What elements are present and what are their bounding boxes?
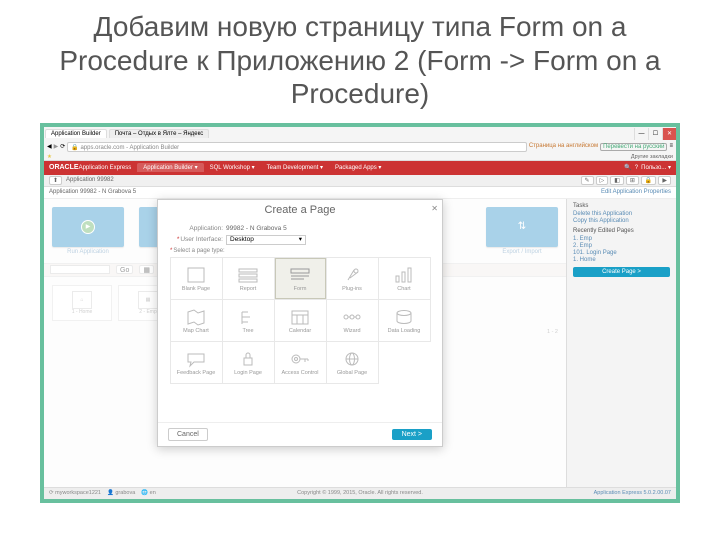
type-feedback[interactable]: Feedback Page: [170, 341, 223, 384]
window-max-icon[interactable]: ☐: [648, 128, 662, 140]
type-plugins[interactable]: Plug-ins: [326, 257, 379, 300]
help-icon[interactable]: ?: [635, 165, 638, 171]
nav-sql-workshop[interactable]: SQL Workshop ▾: [204, 163, 261, 172]
bc-icon[interactable]: ▶: [658, 176, 671, 185]
recent-heading: Recently Edited Pages: [573, 228, 670, 234]
window-min-icon[interactable]: —: [634, 128, 648, 140]
sidebar-item-recent[interactable]: 101. Login Page: [573, 250, 670, 256]
nav-packaged-apps[interactable]: Packaged Apps ▾: [329, 163, 387, 172]
bc-icon[interactable]: 🔒: [641, 176, 656, 185]
type-data-loading[interactable]: Data Loading: [378, 299, 431, 342]
up-icon[interactable]: ⬆: [49, 176, 62, 185]
nav-app-builder[interactable]: Application Builder ▾: [137, 163, 203, 172]
nav-team-dev[interactable]: Team Development ▾: [261, 163, 329, 172]
menu-icon[interactable]: ≡: [669, 143, 673, 151]
cancel-button[interactable]: Cancel: [168, 428, 208, 441]
bookmark-star-icon[interactable]: ★: [47, 154, 52, 160]
oracle-logo: ORACLE: [49, 164, 79, 171]
back-icon[interactable]: ◀: [47, 143, 52, 150]
bc-icon[interactable]: ⊞: [626, 176, 639, 185]
copyright: Copyright © 1999, 2015, Oracle. All righ…: [297, 490, 423, 496]
edit-props-link[interactable]: Edit Application Properties: [601, 189, 671, 195]
app-title: Application 99982 - N Grabova 5: [49, 189, 136, 195]
tasks-heading: Tasks: [573, 203, 670, 209]
user-interface-select[interactable]: Desktop▾: [226, 235, 306, 245]
app-value: 99982 - N Grabova 5: [226, 225, 287, 232]
bookmarks-label[interactable]: Другие закладки: [631, 154, 673, 160]
create-page-modal: Create a Page ✕ Application: 99982 - N G…: [157, 199, 443, 447]
app-screenshot: Application Builder Почта – Отдых в Ялте…: [40, 123, 680, 503]
sidebar-item-recent[interactable]: 1. Emp: [573, 236, 670, 242]
bc-icon[interactable]: ▷: [596, 176, 609, 185]
type-access-control[interactable]: Access Control: [274, 341, 327, 384]
sidebar: Tasks Delete this Application Copy this …: [566, 199, 676, 489]
breadcrumb-path[interactable]: Application 99982: [66, 177, 114, 183]
browser-tab[interactable]: Почта – Отдых в Ялте – Яндекс: [109, 129, 210, 138]
chevron-down-icon: ▾: [299, 235, 302, 245]
type-login[interactable]: Login Page: [222, 341, 275, 384]
oracle-header: ORACLE Application Express Application B…: [44, 161, 676, 175]
address-bar[interactable]: 🔒 apps.oracle.com - Application Builder: [67, 142, 527, 152]
search-icon[interactable]: 🔍: [624, 164, 631, 171]
fwd-icon[interactable]: ▶: [54, 143, 59, 150]
product-name: Application Express: [79, 165, 132, 171]
workspace-label: ⟳ myworkspace1221: [49, 490, 101, 496]
next-button[interactable]: Next >: [392, 429, 432, 440]
bc-icon[interactable]: ◧: [610, 176, 624, 185]
type-calendar[interactable]: Calendar: [274, 299, 327, 342]
breadcrumb: ⬆ Application 99982 ✎ ▷ ◧ ⊞ 🔒 ▶: [44, 175, 676, 187]
type-global-page[interactable]: Global Page: [326, 341, 379, 384]
type-report[interactable]: Report: [222, 257, 275, 300]
type-wizard[interactable]: Wizard: [326, 299, 379, 342]
sidebar-item-delete[interactable]: Delete this Application: [573, 211, 670, 217]
type-label: Select a page type:: [173, 248, 224, 254]
type-blank-page[interactable]: Blank Page: [170, 257, 223, 300]
sidebar-item-recent[interactable]: 1. Home: [573, 257, 670, 263]
browser-tab[interactable]: Application Builder: [45, 129, 107, 138]
type-map-chart[interactable]: Map Chart: [170, 299, 223, 342]
ui-label: User Interface:: [180, 236, 223, 243]
version-label: Application Express 5.0.2.00.07: [594, 490, 671, 496]
slide-title: Добавим новую страницу типа Form on a Pr…: [0, 0, 720, 119]
app-label: Application:: [170, 225, 226, 232]
user-label: 👤 grabova: [107, 490, 135, 496]
lang-label: 🌐 en: [141, 490, 156, 496]
sidebar-item-copy[interactable]: Copy this Application: [573, 218, 670, 224]
type-form[interactable]: Form: [274, 257, 327, 300]
modal-title: Create a Page: [265, 204, 336, 216]
type-chart[interactable]: Chart: [378, 257, 431, 300]
close-icon[interactable]: ✕: [431, 204, 438, 213]
create-page-button[interactable]: Create Page >: [573, 267, 670, 277]
reload-icon[interactable]: ⟳: [60, 143, 65, 150]
user-menu[interactable]: Пользо... ▾: [641, 164, 671, 171]
orig-lang-label: Страница на английском: [529, 143, 598, 151]
sidebar-item-recent[interactable]: 2. Emp: [573, 243, 670, 249]
window-close-icon[interactable]: ✕: [662, 128, 676, 140]
bc-icon[interactable]: ✎: [581, 176, 594, 185]
browser-chrome: Application Builder Почта – Отдых в Ялте…: [44, 127, 676, 161]
footer: ⟳ myworkspace1221 👤 grabova 🌐 en Copyrig…: [44, 487, 676, 499]
type-tree[interactable]: Tree: [222, 299, 275, 342]
translate-button[interactable]: Перевести на русский: [600, 143, 667, 151]
